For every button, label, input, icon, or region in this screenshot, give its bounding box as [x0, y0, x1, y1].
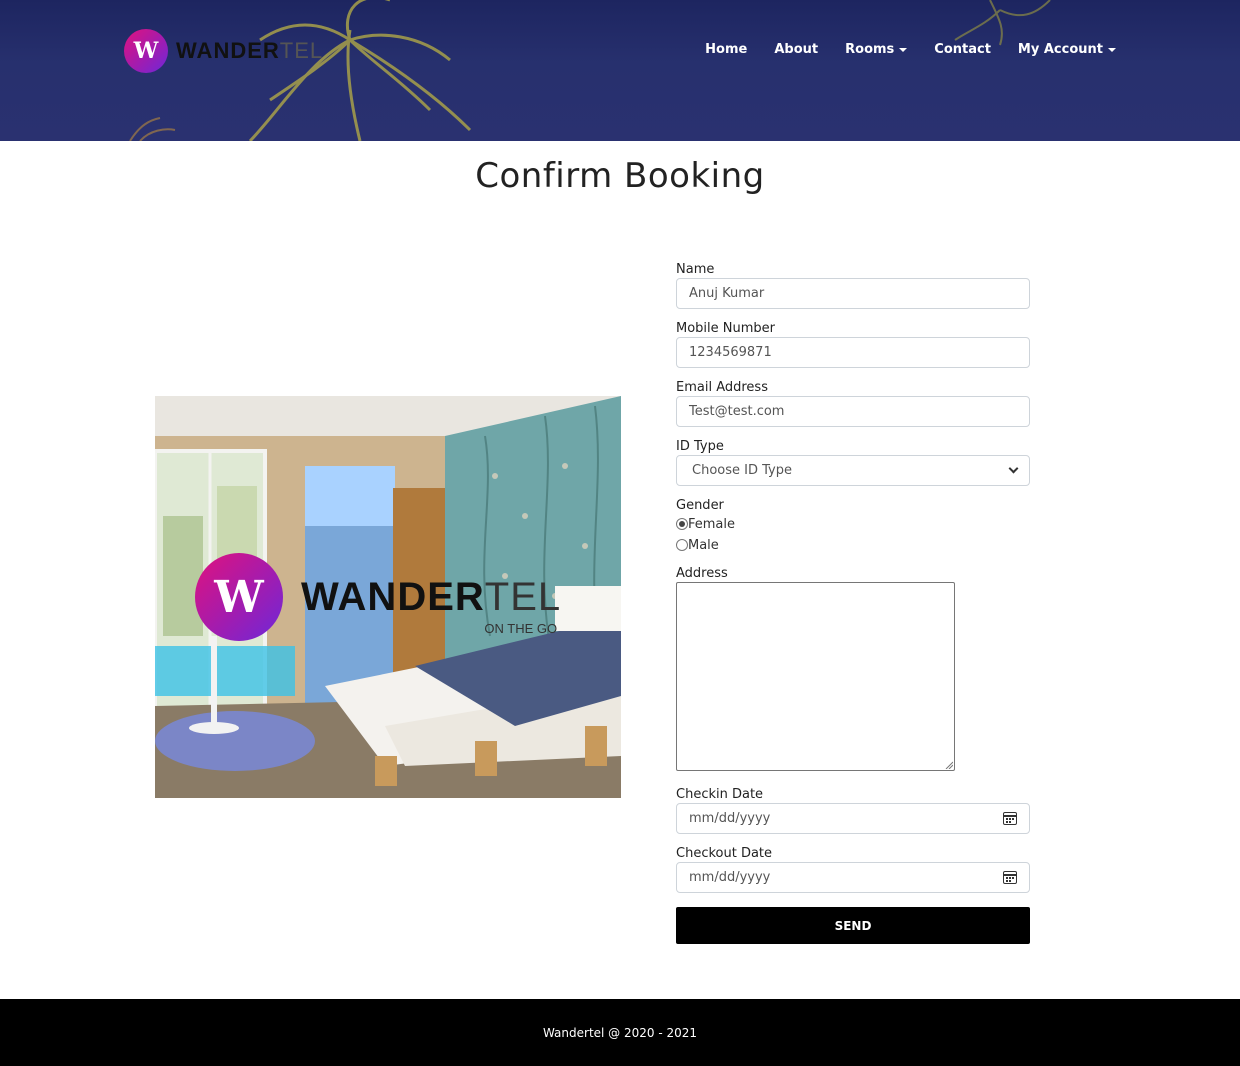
mobile-input[interactable]: 1234569871 — [676, 337, 1030, 368]
main-nav: Home About Rooms Contact My Account — [678, 42, 1116, 57]
checkout-date-input[interactable]: mm/dd/yyyy — [676, 862, 1030, 893]
site-footer: Wandertel @ 2020 - 2021 — [0, 999, 1240, 1066]
logo-word-bold: WANDER — [176, 38, 280, 63]
male-radio-label: Male — [688, 537, 719, 553]
address-textarea[interactable] — [676, 582, 955, 771]
send-field-group: SEND — [676, 907, 1030, 944]
female-radio-label: Female — [688, 516, 736, 532]
checkout-label: Checkout Date — [676, 846, 773, 861]
name-label: Name — [676, 262, 715, 277]
photo-logo-tagline: ON THE GO — [484, 620, 558, 636]
address-label: Address — [676, 566, 728, 581]
checkout-placeholder: mm/dd/yyyy — [689, 870, 771, 885]
id-type-selected-value: Choose ID Type — [692, 463, 792, 478]
name-input[interactable]: Anuj Kumar — [676, 278, 1030, 309]
checkin-placeholder: mm/dd/yyyy — [689, 811, 771, 826]
email-input[interactable]: Test@test.com — [676, 396, 1030, 427]
checkout-field-group: Checkout Date mm/dd/yyyy — [676, 846, 1030, 893]
id-type-select[interactable]: Choose ID Type — [676, 455, 1030, 486]
email-field-group: Email Address Test@test.com — [676, 380, 1030, 427]
calendar-icon[interactable] — [1003, 871, 1017, 884]
footer-copyright: Wandertel @ 2020 - 2021 — [542, 1025, 698, 1040]
logo-word-light: TEL — [279, 38, 324, 63]
photo-word-light: TEL — [484, 574, 562, 619]
nav-item-home[interactable]: Home — [705, 42, 747, 57]
gender-field-group: Gender Female Male — [676, 498, 735, 555]
nav-item-rooms[interactable]: Rooms — [845, 42, 908, 57]
id-type-field-group: ID Type Choose ID Type — [676, 439, 1030, 486]
room-photo: W WANDERTEL ON THE GO — [155, 396, 621, 798]
checkin-field-group: Checkin Date mm/dd/yyyy — [676, 787, 1030, 834]
id-type-label: ID Type — [676, 439, 724, 454]
logo-badge-icon: W — [124, 29, 168, 73]
nav-item-contact[interactable]: Contact — [934, 42, 991, 57]
chevron-down-icon — [1008, 463, 1019, 474]
male-radio[interactable] — [676, 539, 688, 551]
photo-word-bold: WANDER — [301, 574, 485, 619]
name-field-group: Name Anuj Kumar — [676, 262, 1030, 309]
mobile-label: Mobile Number — [676, 321, 775, 336]
gender-label: Gender — [676, 498, 724, 513]
caret-down-icon — [1108, 47, 1116, 52]
checkin-label: Checkin Date — [676, 787, 764, 802]
logo-wordmark: WANDERTEL — [176, 38, 323, 64]
email-label: Email Address — [676, 380, 768, 395]
calendar-icon[interactable] — [1003, 812, 1017, 825]
gender-option-female[interactable]: Female — [676, 514, 735, 534]
page-title: Confirm Booking — [475, 156, 765, 196]
nav-item-my-account[interactable]: My Account — [1018, 42, 1116, 57]
mobile-field-group: Mobile Number 1234569871 — [676, 321, 1030, 368]
checkin-date-input[interactable]: mm/dd/yyyy — [676, 803, 1030, 834]
nav-item-about[interactable]: About — [774, 42, 818, 57]
site-header: W WANDERTEL Home About Rooms Contact My … — [0, 0, 1240, 141]
photo-logo-overlay: W WANDERTEL ON THE GO — [195, 553, 561, 641]
header-logo[interactable]: W WANDERTEL — [124, 28, 323, 74]
photo-logo-wordmark: WANDERTEL ON THE GO — [301, 574, 562, 636]
female-radio[interactable] — [676, 518, 688, 530]
send-button[interactable]: SEND — [676, 907, 1030, 944]
address-field-group: Address — [676, 566, 955, 771]
resize-grip-icon[interactable] — [945, 761, 953, 769]
gender-option-male[interactable]: Male — [676, 535, 735, 555]
photo-logo-badge-icon: W — [195, 553, 283, 641]
caret-down-icon — [899, 47, 908, 52]
